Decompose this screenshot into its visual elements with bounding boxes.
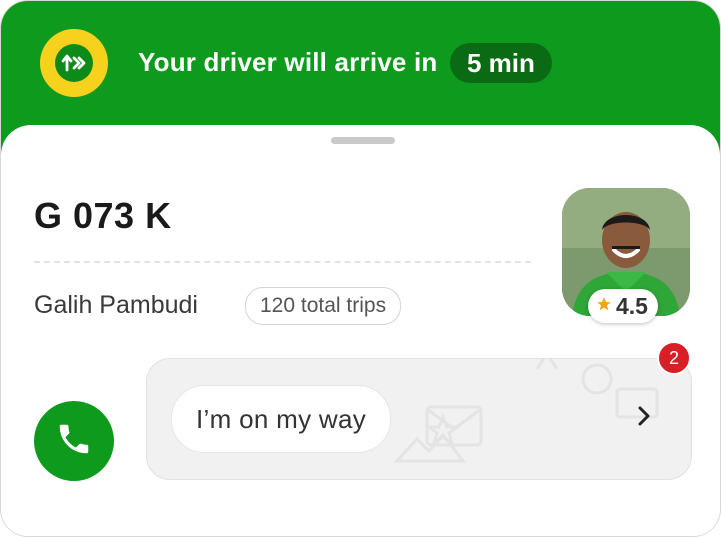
driver-name: Galih Pambudi xyxy=(34,291,198,319)
rating-badge: 4.5 xyxy=(588,289,658,323)
arrival-message: Your driver will arrive in xyxy=(138,47,438,77)
star-icon xyxy=(596,296,612,317)
route-arrows-icon xyxy=(40,29,108,97)
unread-count-badge: 2 xyxy=(657,341,691,375)
driver-avatar-container[interactable]: 4.5 xyxy=(562,188,690,323)
sheet-drag-handle[interactable] xyxy=(331,137,395,144)
phone-icon xyxy=(55,420,93,463)
license-plate: G 073 K xyxy=(34,195,172,236)
rating-value: 4.5 xyxy=(616,292,648,319)
eta-badge: 5 min xyxy=(450,43,552,83)
dashed-divider xyxy=(34,261,531,263)
chevron-right-icon[interactable] xyxy=(629,401,659,431)
driver-card: Your driver will arrive in 5 min G 073 K… xyxy=(0,0,721,537)
bottom-sheet: G 073 K Galih Pambudi 120 total trips 4.… xyxy=(1,125,720,536)
chat-preview[interactable]: I’m on my way xyxy=(146,358,692,480)
call-driver-button[interactable] xyxy=(34,401,114,481)
chat-message-bubble[interactable]: I’m on my way xyxy=(171,385,392,453)
total-trips-badge: 120 total trips xyxy=(245,287,402,325)
